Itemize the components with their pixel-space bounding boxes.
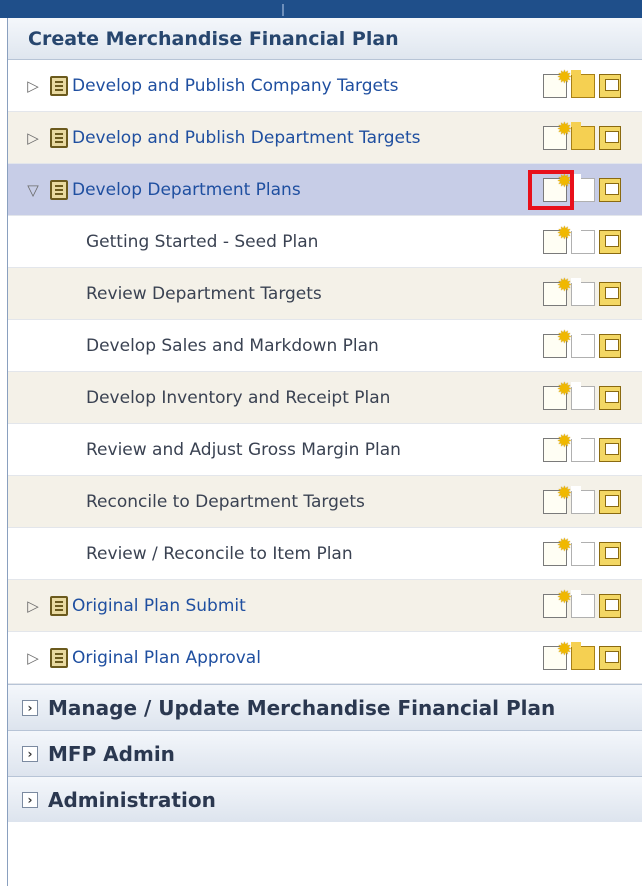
- task-row[interactable]: ▽ Develop Department Plans: [8, 164, 642, 216]
- task-actions: [543, 580, 621, 631]
- section-label[interactable]: Administration: [48, 788, 216, 812]
- task-row-child[interactable]: Review and Adjust Gross Margin Plan: [8, 424, 642, 476]
- task-actions: [543, 60, 621, 111]
- save-workbook-icon[interactable]: [599, 73, 621, 98]
- task-actions: [543, 528, 621, 579]
- expand-icon[interactable]: ›: [22, 745, 38, 762]
- task-label[interactable]: Develop Inventory and Receipt Plan: [86, 388, 390, 408]
- task-actions: [543, 112, 621, 163]
- task-actions: [543, 424, 621, 475]
- task-actions: [543, 476, 621, 527]
- task-row-child[interactable]: Reconcile to Department Targets: [8, 476, 642, 528]
- open-workbook-icon[interactable]: [571, 277, 595, 306]
- task-label[interactable]: Review / Reconcile to Item Plan: [86, 544, 353, 564]
- save-workbook-icon[interactable]: [599, 593, 621, 618]
- task-label[interactable]: Reconcile to Department Targets: [86, 492, 365, 512]
- task-label[interactable]: Develop and Publish Department Targets: [72, 128, 421, 148]
- workbook-icon: [50, 647, 68, 668]
- task-label[interactable]: Develop Sales and Markdown Plan: [86, 336, 379, 356]
- triangle-right-icon[interactable]: ▷: [22, 77, 44, 95]
- open-workbook-icon[interactable]: [571, 485, 595, 514]
- workbook-icon: [50, 595, 68, 616]
- open-workbook-icon[interactable]: [571, 433, 595, 462]
- workbook-icon: [50, 179, 68, 200]
- task-row[interactable]: ▷ Develop and Publish Company Targets: [8, 60, 642, 112]
- task-row[interactable]: ▷ Original Plan Approval: [8, 632, 642, 684]
- task-list: ▷ Develop and Publish Company Targets ▷ Dev…: [8, 60, 642, 684]
- task-row-child[interactable]: Review / Reconcile to Item Plan: [8, 528, 642, 580]
- expand-icon[interactable]: ›: [22, 699, 38, 716]
- triangle-down-icon[interactable]: ▽: [22, 181, 44, 199]
- new-workbook-icon[interactable]: [543, 171, 572, 202]
- task-label[interactable]: Getting Started - Seed Plan: [86, 232, 318, 252]
- new-workbook-icon[interactable]: [543, 327, 572, 358]
- workbook-icon: [50, 75, 68, 96]
- task-actions: [543, 216, 621, 267]
- new-workbook-icon[interactable]: [543, 119, 572, 150]
- task-label[interactable]: Develop Department Plans: [72, 180, 301, 200]
- panel-title[interactable]: Create Merchandise Financial Plan: [8, 18, 642, 60]
- open-workbook-icon[interactable]: [571, 69, 595, 98]
- task-panel: Create Merchandise Financial Plan ▷ Devel…: [7, 18, 642, 886]
- new-workbook-icon[interactable]: [543, 67, 572, 98]
- new-workbook-icon[interactable]: [543, 275, 572, 306]
- task-actions: [543, 632, 621, 683]
- new-workbook-icon[interactable]: [543, 223, 572, 254]
- task-actions: [543, 372, 621, 423]
- save-workbook-icon[interactable]: [599, 125, 621, 150]
- open-workbook-icon[interactable]: [571, 537, 595, 566]
- new-workbook-icon[interactable]: [543, 379, 572, 410]
- section-label[interactable]: Manage / Update Merchandise Financial Pl…: [48, 696, 555, 720]
- expand-icon[interactable]: ›: [22, 791, 38, 808]
- new-workbook-icon[interactable]: [543, 431, 572, 462]
- save-workbook-icon[interactable]: [599, 333, 621, 358]
- task-row[interactable]: ▷ Develop and Publish Department Targets: [8, 112, 642, 164]
- accordion-section[interactable]: › Manage / Update Merchandise Financial P…: [8, 684, 642, 730]
- task-actions: [543, 320, 621, 371]
- save-workbook-icon[interactable]: [599, 489, 621, 514]
- task-actions: [543, 164, 621, 215]
- save-workbook-icon[interactable]: [599, 437, 621, 462]
- triangle-right-icon[interactable]: ▷: [22, 129, 44, 147]
- save-workbook-icon[interactable]: [599, 281, 621, 306]
- save-workbook-icon[interactable]: [599, 385, 621, 410]
- splitter-handle[interactable]: [282, 4, 284, 16]
- task-actions: [543, 268, 621, 319]
- task-label[interactable]: Develop and Publish Company Targets: [72, 76, 399, 96]
- open-workbook-icon[interactable]: [571, 225, 595, 254]
- accordion-section[interactable]: › Administration: [8, 776, 642, 822]
- new-workbook-icon[interactable]: [543, 535, 572, 566]
- top-bar: [0, 0, 642, 18]
- save-workbook-icon[interactable]: [599, 177, 621, 202]
- new-workbook-icon[interactable]: [543, 483, 572, 514]
- open-workbook-icon[interactable]: [571, 329, 595, 358]
- section-list: › Manage / Update Merchandise Financial P…: [8, 684, 642, 822]
- task-row[interactable]: ▷ Original Plan Submit: [8, 580, 642, 632]
- task-label[interactable]: Review and Adjust Gross Margin Plan: [86, 440, 401, 460]
- task-row-child[interactable]: Develop Sales and Markdown Plan: [8, 320, 642, 372]
- workbook-icon: [50, 127, 68, 148]
- save-workbook-icon[interactable]: [599, 541, 621, 566]
- task-label[interactable]: Original Plan Approval: [72, 648, 261, 668]
- open-workbook-icon[interactable]: [571, 589, 595, 618]
- task-row-child[interactable]: Getting Started - Seed Plan: [8, 216, 642, 268]
- new-workbook-icon[interactable]: [543, 587, 572, 618]
- open-workbook-icon[interactable]: [571, 641, 595, 670]
- accordion-section[interactable]: › MFP Admin: [8, 730, 642, 776]
- save-workbook-icon[interactable]: [599, 229, 621, 254]
- open-workbook-icon[interactable]: [571, 173, 595, 202]
- new-workbook-icon[interactable]: [543, 639, 572, 670]
- open-workbook-icon[interactable]: [571, 121, 595, 150]
- save-workbook-icon[interactable]: [599, 645, 621, 670]
- open-workbook-icon[interactable]: [571, 381, 595, 410]
- triangle-right-icon[interactable]: ▷: [22, 597, 44, 615]
- triangle-right-icon[interactable]: ▷: [22, 649, 44, 667]
- section-label[interactable]: MFP Admin: [48, 742, 175, 766]
- task-label[interactable]: Review Department Targets: [86, 284, 322, 304]
- task-row-child[interactable]: Review Department Targets: [8, 268, 642, 320]
- task-label[interactable]: Original Plan Submit: [72, 596, 246, 616]
- task-row-child[interactable]: Develop Inventory and Receipt Plan: [8, 372, 642, 424]
